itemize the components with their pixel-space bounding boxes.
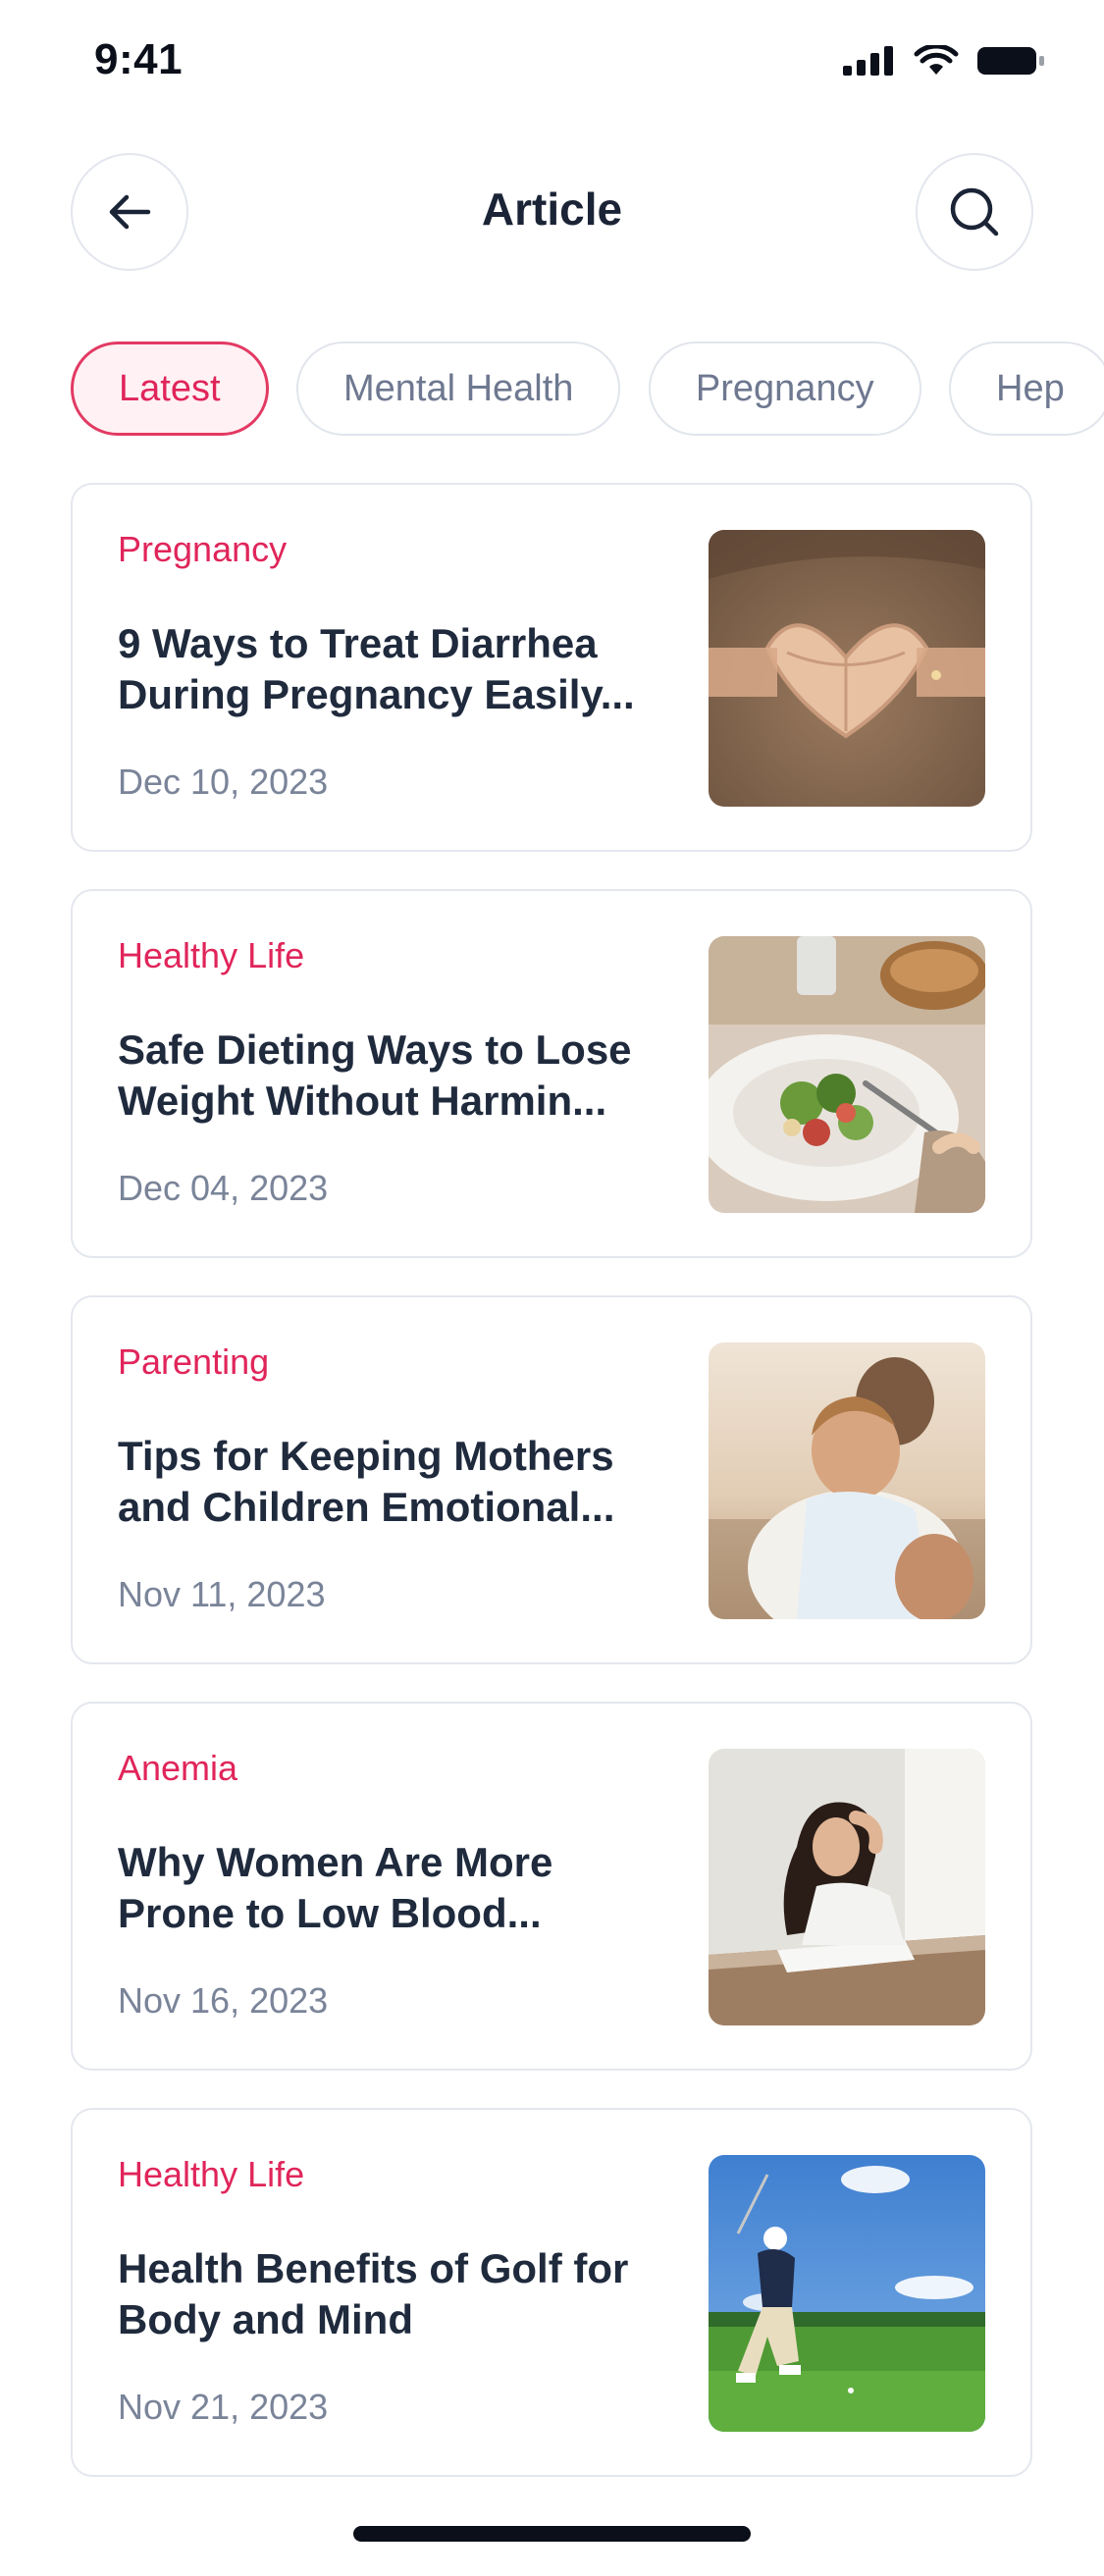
article-text: Parenting Tips for Keeping Mothers and C… bbox=[118, 1342, 667, 1533]
article-category: Parenting bbox=[118, 1341, 270, 1382]
article-category: Pregnancy bbox=[118, 529, 288, 569]
article-thumbnail bbox=[709, 530, 985, 807]
search-button[interactable] bbox=[916, 153, 1033, 271]
pregnant-belly-image bbox=[709, 530, 985, 807]
article-title: Safe Dieting Ways to Lose Weight Without… bbox=[118, 1026, 632, 1124]
header: Article bbox=[0, 153, 1104, 271]
article-title: Why Women Are More Prone to Low Blood... bbox=[118, 1839, 553, 1936]
article-category: Anemia bbox=[118, 1748, 238, 1788]
chip-latest[interactable]: Latest bbox=[71, 342, 269, 436]
article-date: Nov 16, 2023 bbox=[118, 1980, 329, 2021]
search-icon bbox=[950, 187, 999, 237]
article-card[interactable]: Pregnancy 9 Ways to Treat Diarrhea Durin… bbox=[71, 483, 1032, 852]
article-card[interactable]: Healthy Life Health Benefits of Golf for… bbox=[71, 2108, 1032, 2477]
article-category: Healthy Life bbox=[118, 2154, 305, 2194]
article-title: Tips for Keeping Mothers and Children Em… bbox=[118, 1433, 615, 1530]
article-text: Healthy Life Safe Dieting Ways to Lose W… bbox=[118, 936, 667, 1127]
article-thumbnail bbox=[709, 1749, 985, 2025]
salad-plate-image bbox=[709, 936, 985, 1213]
article-text: Anemia Why Women Are More Prone to Low B… bbox=[118, 1749, 667, 1939]
article-thumbnail bbox=[709, 936, 985, 1213]
article-text: Healthy Life Health Benefits of Golf for… bbox=[118, 2155, 667, 2345]
signal-icon bbox=[843, 46, 893, 76]
article-title: Health Benefits of Golf for Body and Min… bbox=[118, 2245, 629, 2342]
article-date: Dec 10, 2023 bbox=[118, 762, 329, 802]
chip-hepatitis[interactable]: Hep bbox=[949, 342, 1104, 436]
article-title: 9 Ways to Treat Diarrhea During Pregnanc… bbox=[118, 620, 635, 717]
article-date: Nov 21, 2023 bbox=[118, 2387, 329, 2427]
article-text: Pregnancy 9 Ways to Treat Diarrhea Durin… bbox=[118, 530, 667, 720]
battery-icon bbox=[977, 47, 1044, 75]
category-filter-bar: Latest Mental Health Pregnancy Hep bbox=[71, 342, 1104, 436]
article-date: Nov 11, 2023 bbox=[118, 1574, 326, 1614]
status-bar: 9:41 bbox=[0, 0, 1104, 128]
article-thumbnail bbox=[709, 2155, 985, 2432]
chip-mental-health[interactable]: Mental Health bbox=[295, 342, 621, 436]
tired-woman-image bbox=[709, 1749, 985, 2025]
article-card[interactable]: Healthy Life Safe Dieting Ways to Lose W… bbox=[71, 889, 1032, 1258]
article-date: Dec 04, 2023 bbox=[118, 1168, 329, 1208]
article-screen: 9:41 Article Latest Mental Health Pregna… bbox=[0, 0, 1104, 2576]
article-list: Pregnancy 9 Ways to Treat Diarrhea Durin… bbox=[71, 483, 1032, 2514]
mother-child-image bbox=[709, 1342, 985, 1619]
home-indicator bbox=[353, 2526, 751, 2542]
wifi-icon bbox=[914, 45, 959, 75]
article-thumbnail bbox=[709, 1342, 985, 1619]
article-card[interactable]: Anemia Why Women Are More Prone to Low B… bbox=[71, 1702, 1032, 2071]
status-icons bbox=[843, 45, 1045, 77]
article-category: Healthy Life bbox=[118, 935, 305, 975]
status-time: 9:41 bbox=[94, 35, 184, 83]
golfer-image bbox=[709, 2155, 985, 2432]
article-card[interactable]: Parenting Tips for Keeping Mothers and C… bbox=[71, 1295, 1032, 1664]
chip-pregnancy[interactable]: Pregnancy bbox=[648, 342, 921, 436]
